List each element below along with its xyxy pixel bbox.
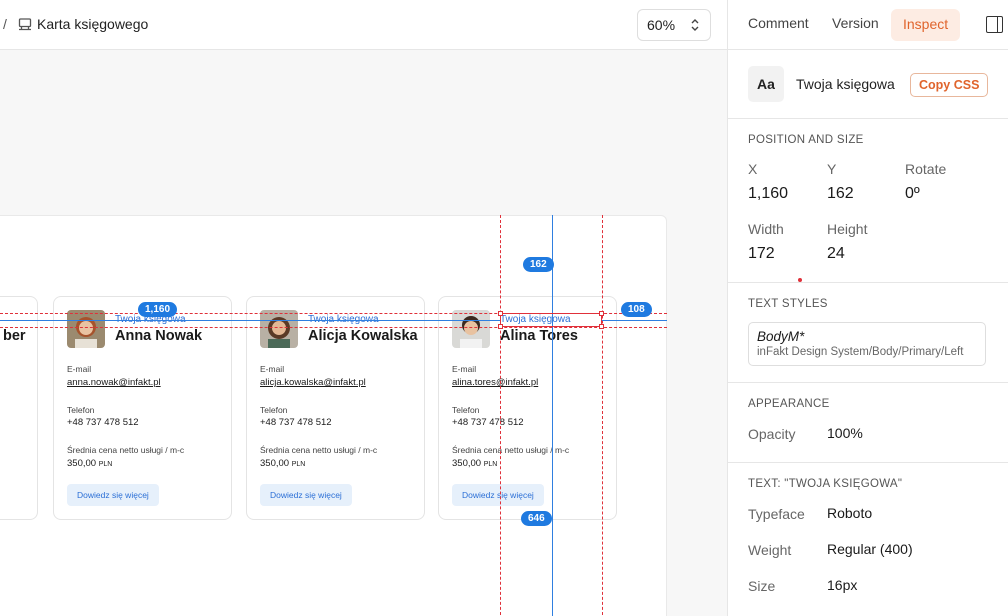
component-icon — [18, 18, 32, 31]
price-value: 350,00 PLN — [452, 458, 498, 469]
inspector-panel: Comment Version Inspect Aa Twoja księgow… — [727, 0, 1008, 616]
height-value: 24 — [827, 245, 845, 262]
tab-comment[interactable]: Comment — [748, 15, 809, 31]
email-label: E-mail — [67, 364, 92, 374]
card-name: Alicja Kowalska — [308, 328, 418, 344]
email-link[interactable]: alina.tores@infakt.pl — [452, 377, 538, 388]
layer-name: Twoja księgowa — [796, 76, 895, 92]
opacity-label: Opacity — [748, 426, 796, 442]
indicator-dot — [798, 278, 802, 282]
tab-version[interactable]: Version — [832, 15, 879, 31]
accountant-card-partial[interactable]: ber — [0, 296, 38, 520]
resize-handle[interactable] — [498, 324, 503, 329]
section-title: APPEARANCE — [748, 398, 830, 410]
learn-more-button[interactable]: Dowiedz się więcej — [67, 484, 159, 506]
weight-label: Weight — [748, 542, 792, 558]
x-label: X — [748, 161, 758, 177]
price-value: 350,00 PLN — [260, 458, 306, 469]
guide-line — [602, 215, 603, 616]
text-style-card[interactable]: BodyM* inFakt Design System/Body/Primary… — [748, 322, 986, 366]
x-value: 1,160 — [748, 185, 789, 202]
measure-top-badge: 162 — [523, 257, 554, 272]
learn-more-button[interactable]: Dowiedz się więcej — [260, 484, 352, 506]
style-path: inFakt Design System/Body/Primary/Left — [757, 346, 964, 358]
avatar — [67, 310, 105, 348]
zoom-select[interactable]: 60% — [637, 9, 711, 41]
card-name: Anna Nowak — [115, 328, 203, 344]
height-label: Height — [827, 221, 868, 237]
style-name: BodyM* — [757, 329, 805, 344]
copy-css-button[interactable]: Copy CSS — [910, 73, 989, 97]
size-value: 16px — [827, 577, 858, 593]
guide-line — [0, 327, 667, 328]
card-name-fragment: ber — [3, 328, 26, 344]
size-label: Size — [748, 578, 776, 594]
breadcrumb-title[interactable]: Karta księgowego — [37, 16, 148, 32]
email-label: E-mail — [452, 364, 477, 374]
accountant-card[interactable]: Twoja księgowa Alicja Kowalska E-mail al… — [246, 296, 425, 520]
measure-line — [552, 215, 553, 616]
learn-more-button[interactable]: Dowiedz się więcej — [452, 484, 544, 506]
panel-tabs: Comment Version Inspect — [728, 0, 1008, 50]
price-label: Średnia cena netto usługi / m-c — [260, 445, 378, 455]
resize-handle[interactable] — [599, 311, 604, 316]
rotate-value: 0º — [905, 185, 920, 202]
typeface-label: Typeface — [748, 506, 805, 522]
width-value: 172 — [748, 245, 775, 262]
measure-line — [602, 320, 667, 321]
section-title: TEXT: "TWOJA KSIĘGOWA" — [748, 478, 903, 490]
section-title: TEXT STYLES — [748, 298, 828, 310]
measure-line — [0, 320, 500, 321]
section-title: POSITION AND SIZE — [748, 134, 864, 146]
phone-label: Telefon — [452, 405, 480, 415]
card-name: Alina Tores — [500, 328, 578, 344]
phone-label: Telefon — [67, 405, 95, 415]
design-canvas[interactable]: ber Twoja księgowa Anna Nowak E-mail ann… — [0, 50, 727, 616]
resize-handle[interactable] — [599, 324, 604, 329]
measure-left-badge: 1,160 — [138, 302, 178, 317]
accountant-card[interactable]: Twoja księgowa Alina Tores E-mail alina.… — [438, 296, 617, 520]
accountant-card[interactable]: Twoja księgowa Anna Nowak E-mail anna.no… — [53, 296, 232, 520]
rotate-label: Rotate — [905, 161, 947, 177]
email-label: E-mail — [260, 364, 285, 374]
weight-value: Regular (400) — [827, 541, 913, 557]
width-label: Width — [748, 221, 784, 237]
opacity-value: 100% — [827, 425, 863, 441]
top-bar: / Karta księgowego 60% — [0, 0, 727, 50]
avatar — [452, 310, 490, 348]
avatar — [260, 310, 298, 348]
y-value: 162 — [827, 185, 854, 202]
typeface-value: Roboto — [827, 505, 873, 521]
text-section: TEXT: "TWOJA KSIĘGOWA" Typeface Roboto W… — [728, 463, 1008, 616]
measure-right-badge: 108 — [621, 302, 652, 317]
selection-box[interactable] — [498, 311, 604, 329]
phone-label: Telefon — [260, 405, 288, 415]
email-link[interactable]: anna.nowak@infakt.pl — [67, 377, 161, 388]
phone-value: +48 737 478 512 — [452, 417, 524, 428]
sidebar-toggle-icon[interactable] — [986, 16, 1003, 33]
price-value: 350,00 PLN — [67, 458, 113, 469]
measure-bottom-badge: 646 — [521, 511, 552, 526]
email-link[interactable]: alicja.kowalska@infakt.pl — [260, 377, 366, 388]
guide-line — [500, 215, 501, 616]
zoom-value: 60% — [647, 17, 676, 33]
appearance-section: APPEARANCE Opacity 100% — [728, 383, 1008, 463]
tab-inspect[interactable]: Inspect — [891, 9, 961, 41]
y-label: Y — [827, 161, 837, 177]
text-layer-icon: Aa — [748, 66, 784, 102]
resize-handle[interactable] — [498, 311, 503, 316]
phone-value: +48 737 478 512 — [67, 417, 139, 428]
position-size-section: POSITION AND SIZE X 1,160 Y 162 Rotate 0… — [728, 119, 1008, 283]
breadcrumb-separator: / — [3, 16, 7, 32]
phone-value: +48 737 478 512 — [260, 417, 332, 428]
price-label: Średnia cena netto usługi / m-c — [67, 445, 185, 455]
chevron-updown-icon — [691, 19, 699, 31]
